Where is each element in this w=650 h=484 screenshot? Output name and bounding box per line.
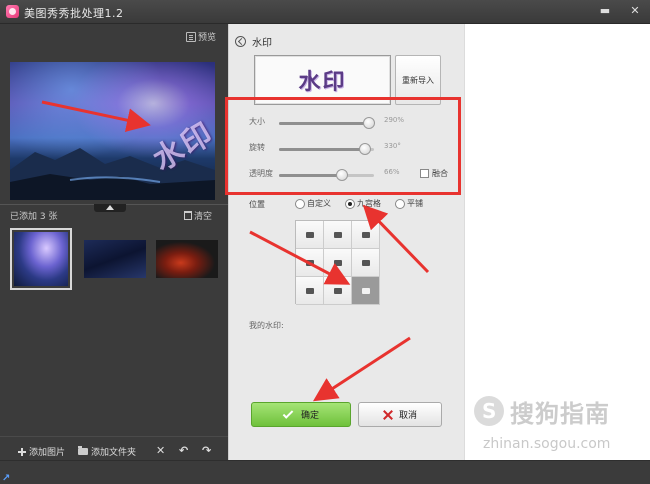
close-icon[interactable]: ✕ — [628, 4, 642, 18]
cancel-button[interactable]: 取消 — [358, 402, 442, 427]
position-icon — [305, 231, 314, 238]
add-image-button[interactable]: 添加图片 — [18, 445, 65, 458]
slider-track[interactable] — [279, 169, 374, 181]
panel-title: 水印 — [252, 38, 272, 49]
slider-size: 大小 290% — [249, 116, 459, 130]
radio-dot[interactable] — [345, 198, 355, 209]
thumbnail-2[interactable] — [84, 240, 146, 278]
window-title: 美图秀秀批处理1.2 — [24, 7, 124, 20]
status-bar: ↗ — [0, 460, 650, 484]
radio-dot[interactable] — [395, 198, 405, 209]
brand-name: 搜狗指南 — [510, 400, 610, 428]
grid-cell-3[interactable] — [352, 221, 380, 249]
slider-track[interactable] — [279, 117, 376, 129]
brand-url: zhinan.sogou.com — [483, 436, 611, 452]
radio-custom[interactable]: 自定义 — [295, 198, 331, 209]
checkbox-box[interactable] — [420, 169, 429, 178]
slider-knob[interactable] — [335, 169, 348, 181]
position-icon — [305, 259, 314, 266]
slider-label: 透明度 — [249, 169, 273, 178]
slider-opacity: 透明度 66% 融合 — [249, 168, 459, 182]
blend-checkbox[interactable]: 融合 — [420, 168, 448, 179]
main-image-preview: 水印 — [10, 62, 215, 200]
radio-nine-grid[interactable]: 九宫格 — [345, 198, 381, 209]
collapse-toggle[interactable] — [94, 204, 126, 212]
thumbnail-1[interactable] — [10, 228, 72, 290]
position-icon — [333, 231, 342, 238]
reimport-button[interactable]: 重新导入 — [395, 55, 441, 105]
slider-knob[interactable] — [358, 143, 371, 155]
radio-label: 平铺 — [407, 199, 423, 208]
position-icon — [305, 287, 314, 294]
preview-button[interactable]: 预览 — [186, 30, 216, 43]
slider-rotation: 旋转 330° — [249, 142, 459, 156]
slider-value: 290% — [384, 116, 405, 124]
watermark-panel: 水印 水印 重新导入 大小 290% 旋转 330° 透明度 66% 融合 位置… — [225, 24, 464, 460]
add-folder-button[interactable]: 添加文件夹 — [78, 445, 136, 458]
sogou-logo-icon — [474, 396, 504, 426]
grid-cell-9[interactable] — [352, 277, 380, 305]
status-icon: ↗ — [2, 473, 11, 484]
position-icon — [361, 259, 370, 266]
grid-cell-5[interactable] — [324, 249, 352, 277]
back-arrow-icon — [235, 36, 246, 47]
cancel-label: 取消 — [398, 411, 417, 421]
position-grid — [295, 220, 380, 305]
radio-dot[interactable] — [295, 198, 305, 209]
rotate-right-icon[interactable]: ↷ — [202, 444, 211, 457]
position-icon — [361, 287, 370, 294]
rotate-left-icon[interactable]: ↶ — [179, 444, 188, 457]
added-count-label: 已添加 3 张 — [10, 212, 58, 222]
radio-label: 九宫格 — [357, 199, 381, 208]
position-icon — [333, 287, 342, 294]
confirm-button[interactable]: 确定 — [251, 402, 351, 427]
thumbnail-3[interactable] — [156, 240, 218, 278]
grid-cell-8[interactable] — [324, 277, 352, 305]
slider-track[interactable] — [279, 143, 374, 155]
close-icon — [383, 410, 393, 420]
grid-cell-2[interactable] — [324, 221, 352, 249]
grid-cell-7[interactable] — [296, 277, 324, 305]
position-options: 位置 自定义 九宫格 平铺 — [249, 198, 459, 212]
plus-icon — [18, 447, 26, 456]
app-logo-icon — [6, 5, 19, 18]
grid-cell-1[interactable] — [296, 221, 324, 249]
thumbnail-strip — [10, 228, 220, 292]
position-icon — [333, 259, 342, 266]
delete-icon[interactable]: ✕ — [156, 444, 165, 457]
slider-label: 旋转 — [249, 143, 265, 152]
right-panel: 搜狗指南 zhinan.sogou.com — [464, 24, 650, 460]
clear-button[interactable]: 清空 — [184, 209, 212, 222]
add-folder-label: 添加文件夹 — [91, 448, 137, 458]
position-label: 位置 — [249, 200, 265, 209]
slider-label: 大小 — [249, 117, 265, 126]
minimize-icon[interactable]: ▬ — [598, 4, 612, 18]
back-button[interactable]: 水印 — [235, 34, 272, 49]
trash-icon — [184, 211, 192, 220]
slider-value: 66% — [384, 168, 400, 176]
left-panel: 预览 水印 已添加 3 张 清空 添加图片 添加文件夹 ✕ ↶ ↷ — [0, 24, 228, 460]
bottom-toolbar: 添加图片 添加文件夹 ✕ ↶ ↷ — [0, 436, 228, 460]
preview-label: 预览 — [198, 33, 217, 43]
my-watermark-label: 我的水印: — [249, 321, 284, 330]
watermark-preview-text: 水印 — [298, 69, 347, 95]
grid-cell-6[interactable] — [352, 249, 380, 277]
radio-tile[interactable]: 平铺 — [395, 198, 423, 209]
position-icon — [361, 231, 370, 238]
preview-icon — [186, 31, 196, 42]
folder-icon — [78, 446, 88, 455]
slider-value: 330° — [384, 142, 401, 150]
app-window: 美图秀秀批处理1.2 ▬ ✕ 预览 水印 已添加 3 张 清空 添加图片 添加文… — [0, 0, 650, 484]
radio-label: 自定义 — [307, 199, 331, 208]
slider-knob[interactable] — [363, 117, 376, 129]
title-bar: 美图秀秀批处理1.2 ▬ ✕ — [0, 0, 650, 24]
add-image-label: 添加图片 — [29, 448, 66, 458]
watermark-preview-box: 水印 — [254, 55, 391, 105]
blend-label: 融合 — [432, 169, 448, 178]
grid-cell-4[interactable] — [296, 249, 324, 277]
clear-label: 清空 — [194, 212, 213, 222]
confirm-label: 确定 — [300, 411, 319, 421]
check-icon — [282, 407, 294, 419]
